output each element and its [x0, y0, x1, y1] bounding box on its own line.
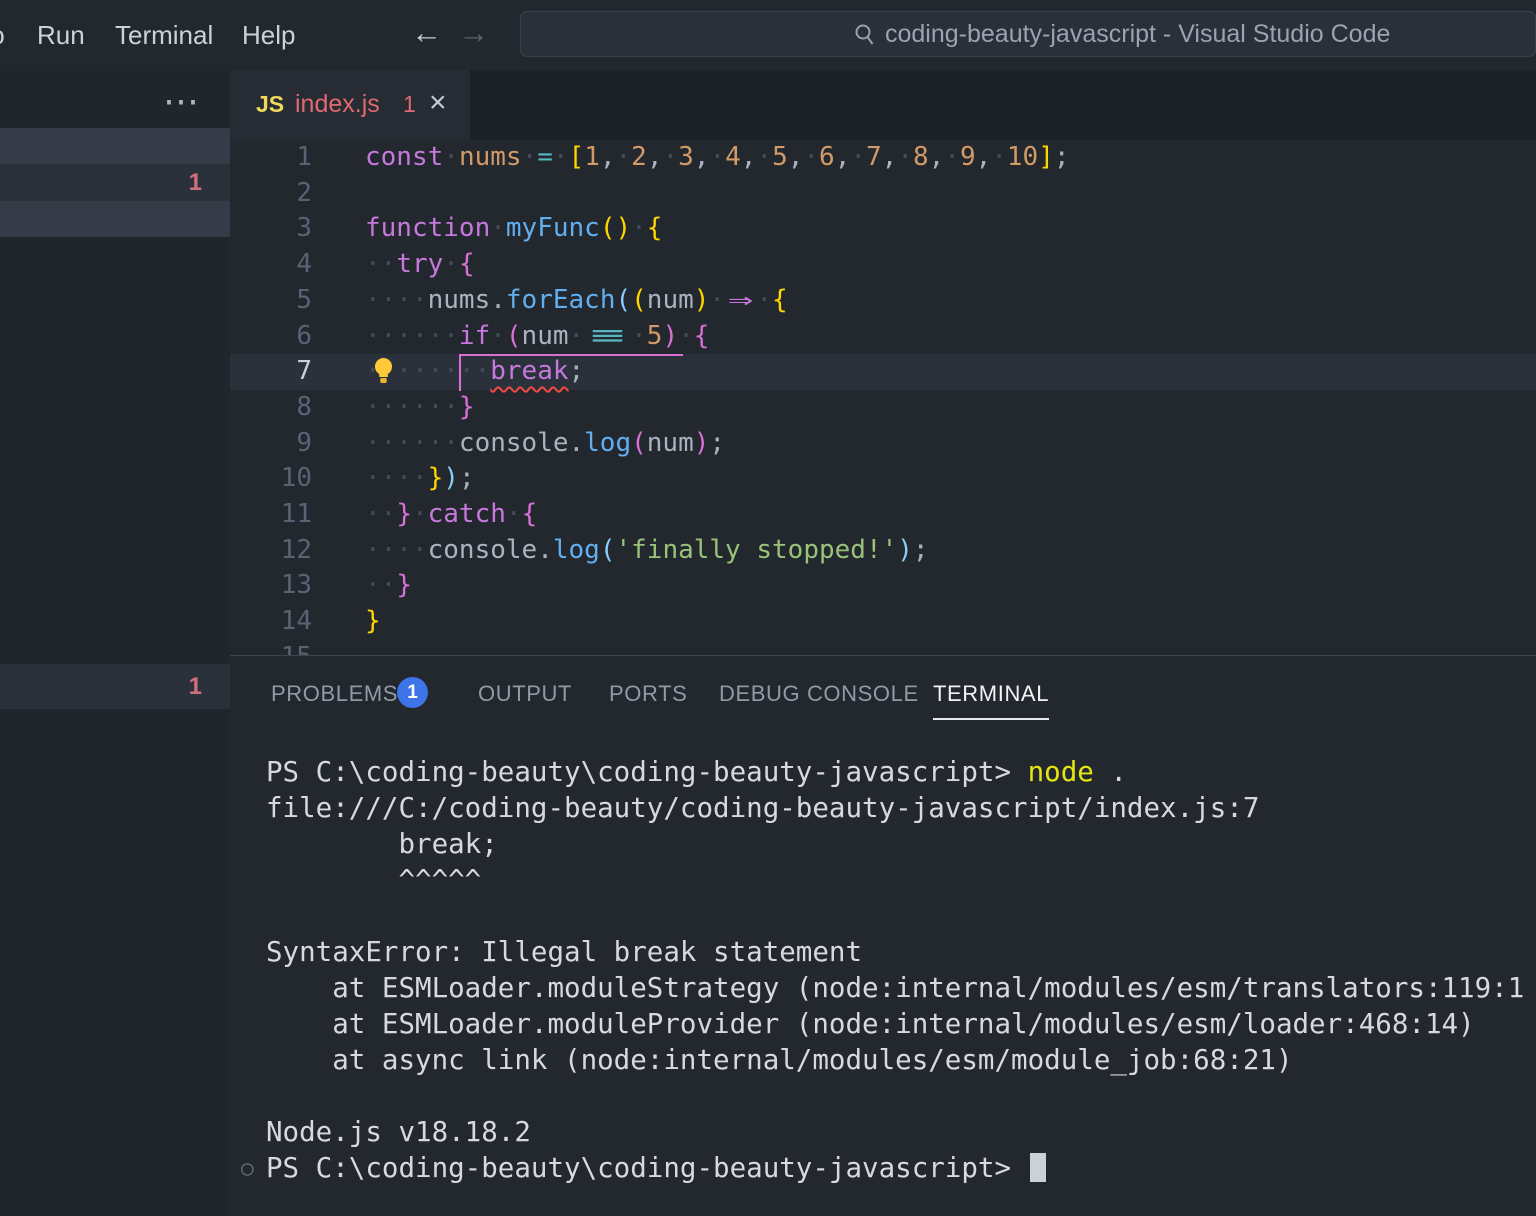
code-text: function·myFunc()·{	[365, 211, 662, 247]
editor-line-12[interactable]: 12 ····console.log('finally stopped!');	[230, 533, 1536, 569]
sidebar-row[interactable]: 1	[0, 164, 230, 201]
terminal-line-3: break;	[230, 826, 1536, 862]
terminal-line-9: at async link (node:internal/modules/esm…	[230, 1042, 1536, 1078]
editor-line-3[interactable]: 3 function·myFunc()·{	[230, 211, 1536, 247]
problems-count-badge: 1	[397, 677, 428, 708]
editor-line-14[interactable]: 14}	[230, 604, 1536, 640]
terminal-line-6: SyntaxError: Illegal break statement	[230, 934, 1536, 970]
lightbulb-icon[interactable]	[371, 357, 396, 384]
code-text: ··}	[365, 568, 412, 604]
line-number: 7	[230, 354, 312, 390]
editor-line-15[interactable]: 15	[230, 640, 1536, 655]
vscode-window: { "title_bar": { "menus": ["Go", "Run", …	[0, 0, 1536, 1216]
terminal-line-4: ^^^^^	[230, 862, 1536, 898]
terminal-line-12: ○PS C:\coding-beauty\coding-beauty-javas…	[230, 1150, 1536, 1186]
line-number: 15	[230, 640, 312, 655]
editor-line-4[interactable]: 4 ··try·{	[230, 247, 1536, 283]
sidebar-row[interactable]	[0, 201, 230, 237]
prompt-decoration-icon: ○	[241, 1150, 254, 1186]
problem-count-badge: 1	[189, 673, 202, 701]
editor-line-7[interactable]: 7 ········break;	[230, 354, 1536, 390]
terminal-line-7: at ESMLoader.moduleStrategy (node:intern…	[230, 970, 1536, 1006]
editor-line-1[interactable]: 1 const·nums·=·[1,·2,·3,·4,·5,·6,·7,·8,·9…	[230, 140, 1536, 176]
editor-line-2[interactable]: 2	[230, 176, 1536, 212]
terminal-line-11: Node.js v18.18.2	[230, 1114, 1536, 1150]
code-text: ······}	[365, 390, 475, 426]
editor-line-5[interactable]: 5 ····nums.forEach((num)·⇒·{	[230, 283, 1536, 319]
bracket-guide-horizontal	[459, 354, 683, 356]
line-number: 8	[230, 390, 312, 426]
tab-label: index.js	[295, 90, 380, 119]
sidebar-row[interactable]	[0, 128, 230, 164]
panel-tab-ports[interactable]: PORTS	[609, 681, 687, 707]
line-number: 2	[230, 176, 312, 212]
panel-tab-problems[interactable]: PROBLEMS	[271, 681, 398, 707]
nav-forward-icon[interactable]: →	[458, 15, 489, 51]
nav-back-icon[interactable]: ←	[411, 15, 442, 51]
panel-tab-output[interactable]: OUTPUT	[478, 681, 572, 707]
problem-count-badge: 1	[189, 169, 202, 197]
editor-line-11[interactable]: 11 ··}·catch·{	[230, 497, 1536, 533]
js-file-icon: JS	[256, 91, 284, 118]
terminal-line-5	[230, 898, 1536, 934]
terminal-cursor	[1030, 1153, 1046, 1182]
panel-tab-debug-console[interactable]: DEBUG CONSOLE	[719, 681, 919, 707]
line-number: 12	[230, 533, 312, 569]
code-text: ····});	[365, 461, 475, 497]
terminal-output[interactable]: PS C:\coding-beauty\coding-beauty-javasc…	[230, 754, 1536, 1186]
menu-item-go[interactable]: Go	[0, 20, 5, 51]
tab-problem-badge: 1	[403, 91, 416, 118]
line-number: 3	[230, 211, 312, 247]
editor-lines: 1 const·nums·=·[1,·2,·3,·4,·5,·6,·7,·8,·9…	[230, 140, 1536, 655]
terminal-line-8: at ESMLoader.moduleProvider (node:intern…	[230, 1006, 1536, 1042]
line-number: 11	[230, 497, 312, 533]
terminal-line-1: PS C:\coding-beauty\coding-beauty-javasc…	[230, 754, 1536, 790]
sidebar: ⋯ 1 1	[0, 70, 230, 1216]
menu-item-terminal[interactable]: Terminal	[115, 20, 213, 51]
bracket-guide-vertical	[459, 354, 461, 391]
editor-line-10[interactable]: 10 ····});	[230, 461, 1536, 497]
code-text: ··}·catch·{	[365, 497, 537, 533]
panel-header: PROBLEMS 1 OUTPUT PORTS DEBUG CONSOLE TE…	[230, 656, 1536, 731]
code-text: ······console.log(num);	[365, 426, 725, 462]
code-text: ····console.log('finally stopped!');	[365, 533, 929, 569]
line-number: 4	[230, 247, 312, 283]
more-actions-icon[interactable]: ⋯	[163, 80, 202, 122]
line-number: 10	[230, 461, 312, 497]
sidebar-bottom-row[interactable]: 1	[0, 664, 230, 709]
line-number: 1	[230, 140, 312, 176]
code-text: ····nums.forEach((num)·⇒·{	[365, 283, 788, 319]
tab-close-icon[interactable]: ×	[429, 86, 447, 120]
terminal-line-2: file:///C:/coding-beauty/coding-beauty-j…	[230, 790, 1536, 826]
terminal-line-10	[230, 1078, 1536, 1114]
window-search-box[interactable]: coding-beauty-javascript - Visual Studio…	[520, 11, 1536, 57]
line-number: 9	[230, 426, 312, 462]
editor-line-8[interactable]: 8 ······}	[230, 390, 1536, 426]
title-bar: Go Run Terminal Help ← → coding-beauty-j…	[0, 0, 1536, 70]
code-editor[interactable]: 1 const·nums·=·[1,·2,·3,·4,·5,·6,·7,·8,·9…	[230, 140, 1536, 655]
bottom-panel: PROBLEMS 1 OUTPUT PORTS DEBUG CONSOLE TE…	[230, 655, 1536, 1216]
line-number: 5	[230, 283, 312, 319]
menu-item-help[interactable]: Help	[242, 20, 295, 51]
code-text: }	[365, 604, 381, 640]
search-icon	[853, 23, 876, 46]
code-text: ··try·{	[365, 247, 475, 283]
code-text: const·nums·=·[1,·2,·3,·4,·5,·6,·7,·8,·9,…	[365, 140, 1070, 176]
editor-line-13[interactable]: 13 ··}	[230, 568, 1536, 604]
tab-index-js[interactable]: JS index.js 1 ×	[230, 70, 470, 140]
code-text: ········break;	[365, 354, 584, 390]
tab-bar: JS index.js 1 ×	[230, 70, 1536, 140]
editor-line-6[interactable]: 6 ······if·(num·≡·5)·{	[230, 319, 1536, 355]
line-number: 13	[230, 568, 312, 604]
line-number: 6	[230, 319, 312, 355]
panel-tab-terminal[interactable]: TERMINAL	[933, 681, 1049, 720]
editor-line-9[interactable]: 9 ······console.log(num);	[230, 426, 1536, 462]
window-title: coding-beauty-javascript - Visual Studio…	[885, 12, 1390, 56]
menu-item-run[interactable]: Run	[37, 20, 85, 51]
line-number: 14	[230, 604, 312, 640]
code-text: ······if·(num·≡·5)·{	[365, 319, 709, 355]
